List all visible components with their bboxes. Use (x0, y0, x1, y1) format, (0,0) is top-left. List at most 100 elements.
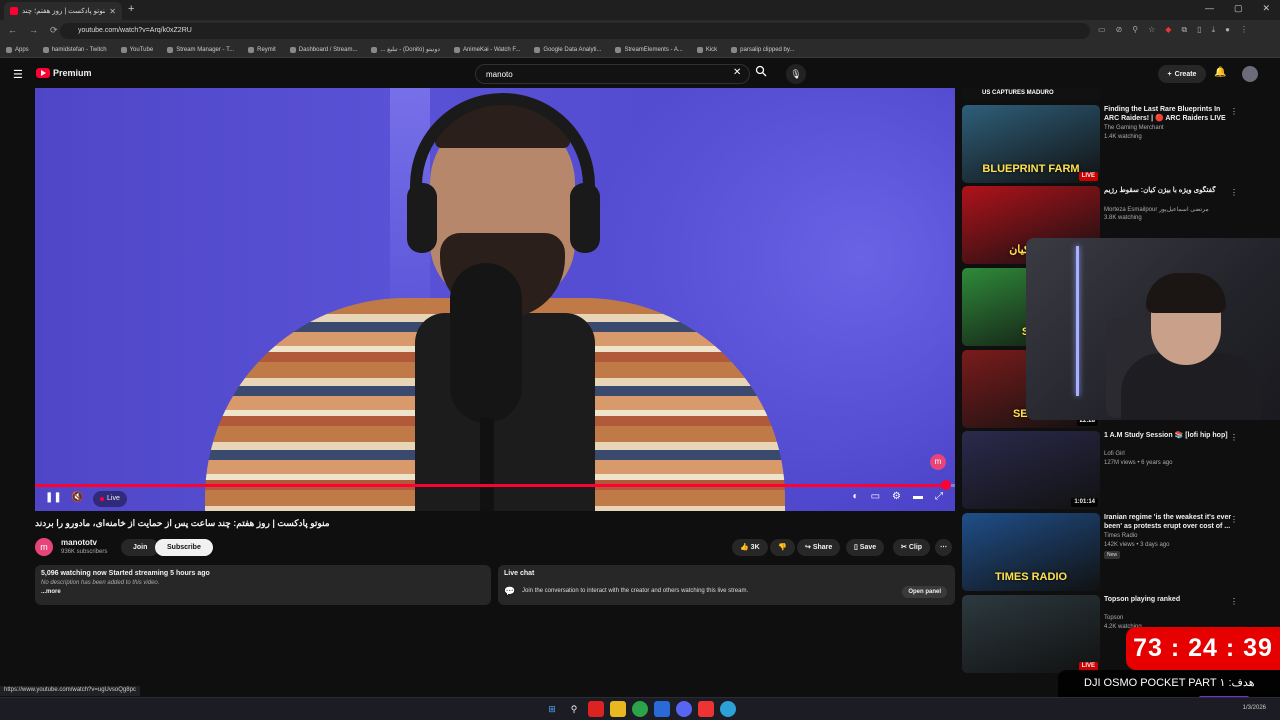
recommendation-channel[interactable]: Lofi Girl (1104, 451, 1125, 457)
close-window-icon[interactable]: ✕ (1262, 3, 1270, 14)
video-player[interactable]: m ❚❚ 🔇 Live ◐ ▭ ⚙ ▬ ⤢ (35, 88, 955, 511)
bookmark-item[interactable]: Stream Manager - T... (167, 46, 234, 53)
bookmark-item[interactable]: ... تبلیغ - (Donito) دونیتو (371, 46, 440, 53)
more-options-icon[interactable]: ⋮ (1230, 107, 1238, 116)
recommendation-item[interactable]: BLUEPRINT FARM LIVE Finding the Last Rare … (962, 105, 1262, 183)
clear-search-icon[interactable]: ✕ (733, 67, 741, 78)
install-icon[interactable]: ▭ (1098, 25, 1106, 35)
subscribe-button[interactable]: Subscribe (155, 539, 213, 556)
clip-button[interactable]: ✂ Clip (893, 539, 931, 556)
browser-tab-bar: منوتو پادکست | روز هفتم؛ چند ... ✕ + — ▢… (0, 0, 1280, 20)
bookmark-item[interactable]: Dashboard / Stream... (289, 46, 357, 53)
bookmark-favicon-icon (615, 46, 622, 53)
recommendation-channel[interactable]: Morteza Esmailpour مرتضی اسماعیل‌پور (1104, 206, 1209, 213)
partial-thumbnail-top[interactable]: US CAPTURES MADURO (962, 88, 1100, 100)
recommendation-channel[interactable]: The Gaming Merchant (1104, 125, 1164, 131)
url-field[interactable]: youtube.com/watch?v=Arq/k0xZ2RU (60, 23, 1090, 39)
bookmark-item[interactable]: Reymit (248, 46, 276, 53)
more-options-icon[interactable]: ⋮ (1230, 433, 1238, 442)
hamburger-menu-icon[interactable]: ☰ (13, 68, 23, 81)
account-avatar[interactable] (1242, 66, 1258, 82)
create-button[interactable]: + Create (1158, 65, 1206, 83)
voice-search-mic-icon[interactable]: 🎙 (786, 64, 806, 84)
maximize-icon[interactable]: ▢ (1234, 3, 1243, 14)
app-blue-icon[interactable] (654, 701, 670, 717)
channel-name[interactable]: manototv (61, 538, 97, 547)
extension-red-icon[interactable]: ◆ (1165, 25, 1171, 35)
minimize-icon[interactable]: — (1205, 3, 1214, 14)
zoom-icon[interactable]: ⚲ (1132, 25, 1138, 35)
live-indicator[interactable]: Live (93, 491, 127, 507)
app-red-icon[interactable] (588, 701, 604, 717)
download-icon[interactable]: ⤓ (1212, 25, 1216, 35)
theater-mode-icon[interactable]: ▬ (913, 491, 923, 502)
new-tab-button[interactable]: + (128, 3, 134, 15)
discord-icon[interactable] (676, 701, 692, 717)
recommendation-thumbnail[interactable]: TIMES RADIO (962, 513, 1100, 591)
channel-watermark[interactable]: m (930, 454, 946, 470)
close-tab-icon[interactable]: ✕ (109, 7, 116, 16)
share-button[interactable]: ↪ Share (797, 539, 841, 556)
back-icon[interactable]: ← (8, 25, 17, 36)
bookmark-item[interactable]: hamidstefan - Twitch (42, 46, 107, 53)
eye-off-icon[interactable]: ⊘ (1116, 25, 1123, 35)
forward-icon[interactable]: → (29, 25, 38, 36)
recommendation-title[interactable]: گفتگوی ویژه با بیژن کیان: سقوط رژیم (1104, 186, 1232, 195)
captions-icon[interactable]: ▭ (871, 491, 880, 502)
bookmark-item[interactable]: AnimeKai - Watch F... (453, 46, 520, 53)
telegram-icon[interactable] (720, 701, 736, 717)
browser-tab[interactable]: منوتو پادکست | روز هفتم؛ چند ... ✕ (4, 2, 122, 20)
windows-start-icon[interactable]: ⊞ (544, 701, 560, 717)
bookmark-item[interactable]: YouTube (120, 46, 153, 53)
recommendation-title[interactable]: Finding the Last Rare Blueprints In ARC … (1104, 105, 1232, 123)
search-taskbar-icon[interactable]: ⚲ (566, 701, 582, 717)
fullscreen-icon[interactable]: ⤢ (935, 491, 943, 502)
dislike-button[interactable]: 👎 (770, 539, 795, 556)
more-options-icon[interactable]: ⋮ (1230, 515, 1238, 524)
bookmark-item[interactable]: StreamElements - A... (615, 46, 683, 53)
recommendation-title[interactable]: Iranian regime 'is the weakest it's ever… (1104, 513, 1232, 531)
reload-icon[interactable]: ⟳ (50, 25, 58, 36)
bookmark-item[interactable]: Kick (696, 46, 717, 53)
new-badge: New (1104, 551, 1121, 559)
youtube-premium-logo[interactable]: Premium (36, 68, 92, 78)
join-button[interactable]: Join (121, 539, 160, 556)
bookmark-item[interactable]: Apps (6, 46, 29, 53)
search-button[interactable] (752, 65, 770, 83)
recommendation-thumbnail[interactable]: LIVE (962, 595, 1100, 673)
settings-gear-icon[interactable]: ⚙ (892, 491, 901, 502)
autoplay-toggle-icon[interactable]: ◐ (853, 491, 859, 502)
recommendation-thumbnail[interactable]: BLUEPRINT FARM LIVE (962, 105, 1100, 183)
like-button[interactable]: 👍 3K (732, 539, 768, 556)
recommendation-item[interactable]: TIMES RADIO Iranian regime 'is the weakes… (962, 513, 1262, 591)
recommendation-thumbnail[interactable]: 1:01:14 (962, 431, 1100, 509)
more-actions-icon[interactable]: ⋯ (935, 539, 952, 556)
profile-icon[interactable]: ● (1225, 25, 1230, 35)
channel-avatar[interactable]: m (35, 538, 53, 556)
menu-dots-icon[interactable]: ⋮ (1240, 25, 1248, 35)
partial-thumb-text: US CAPTURES MADURO (982, 90, 1054, 96)
muted-volume-icon[interactable]: 🔇 (71, 492, 83, 503)
description-box[interactable]: 5,096 watching now Started streaming 5 h… (35, 565, 491, 605)
notifications-bell-icon[interactable]: 🔔 (1214, 67, 1226, 78)
chrome-icon[interactable] (632, 701, 648, 717)
recommendation-channel[interactable]: Times Radio (1104, 533, 1137, 539)
app-red2-icon[interactable] (698, 701, 714, 717)
pause-icon[interactable]: ❚❚ (45, 492, 62, 503)
more-options-icon[interactable]: ⋮ (1230, 597, 1238, 606)
description-more-link[interactable]: ...more (41, 589, 485, 595)
recommendation-title[interactable]: 1 A.M Study Session 📚 [lofi hip hop] (1104, 431, 1232, 440)
star-icon[interactable]: ☆ (1148, 25, 1155, 35)
open-panel-button[interactable]: Open panel (902, 586, 947, 598)
puzzle-icon[interactable]: ⧉ (1181, 25, 1187, 35)
recommendation-channel[interactable]: Topson (1104, 615, 1123, 621)
bookmark-item[interactable]: Google Data Analyti... (534, 46, 601, 53)
file-explorer-icon[interactable] (610, 701, 626, 717)
sidepanel-icon[interactable]: ▯ (1197, 25, 1201, 35)
recommendation-title[interactable]: Topson playing ranked (1104, 595, 1232, 604)
recommendation-item[interactable]: 1:01:14 1 A.M Study Session 📚 [lofi hip h… (962, 431, 1262, 509)
bookmark-item[interactable]: parsalip clipped by... (731, 46, 794, 53)
search-input[interactable]: manoto (475, 64, 750, 84)
save-button[interactable]: ▯ Save (846, 539, 885, 556)
more-options-icon[interactable]: ⋮ (1230, 188, 1238, 197)
